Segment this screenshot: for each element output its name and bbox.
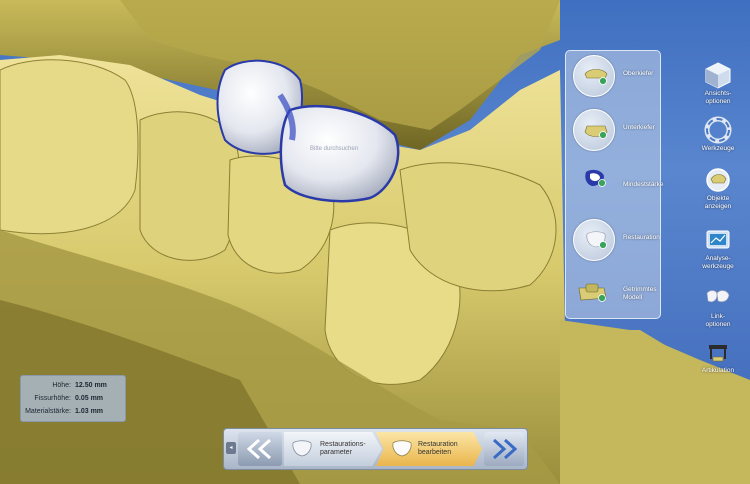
- object-label: Oberkiefer: [623, 70, 654, 77]
- measurement-row-material-thickness: Materialstärke: 1.03 mm: [21, 405, 125, 418]
- upper-jaw-icon: [584, 69, 608, 85]
- previous-step-button[interactable]: [238, 432, 282, 466]
- object-item-minimum-thickness[interactable]: Mindeststärke: [570, 166, 664, 212]
- measurement-row-height: Höhe: 12.50 mm: [21, 379, 125, 392]
- measurement-panel: Höhe: 12.50 mm Fissurhöhe: 0.05 mm Mater…: [20, 375, 126, 422]
- view-options-button[interactable]: Ansichts- optionen: [693, 60, 743, 106]
- step-label-line: parameter: [320, 449, 352, 456]
- analysis-tools-button[interactable]: Analyse- werkzeuge: [693, 225, 743, 271]
- measurement-label: Fissurhöhe:: [34, 395, 71, 402]
- object-label: Restauration: [623, 234, 660, 241]
- measurement-label: Höhe:: [52, 382, 71, 389]
- link-teeth-icon: [706, 290, 730, 303]
- analysis-icon: [706, 230, 730, 249]
- object-panel: Oberkiefer Unterkiefer Mindeststärke Res…: [565, 50, 664, 322]
- tools-ring-icon: [704, 116, 732, 144]
- object-circle: [573, 55, 615, 97]
- tools-button[interactable]: Werkzeuge: [693, 115, 743, 153]
- objects-icon: [706, 168, 730, 192]
- tool-label: Link-: [710, 313, 726, 320]
- trimmed-model-icon: [578, 283, 607, 302]
- tooth-edit-icon: [392, 440, 412, 457]
- step-label-line: Restauration: [418, 441, 458, 448]
- link-options-button[interactable]: Link- optionen: [693, 283, 743, 329]
- articulation-button[interactable]: Artikulation: [693, 337, 743, 375]
- step-label-line: bearbeiten: [418, 449, 452, 456]
- next-step-button[interactable]: [484, 432, 524, 466]
- tool-label: Objekte: [706, 195, 730, 202]
- step-restoration-parameters[interactable]: Restaurations- parameter: [284, 432, 382, 466]
- object-label-line: Modell: [623, 294, 643, 301]
- object-label: Getrimmtes Modell: [623, 286, 657, 302]
- object-item-lower-jaw[interactable]: Unterkiefer: [570, 109, 660, 155]
- measurement-value: 1.03 mm: [75, 408, 104, 415]
- articulator-icon: [709, 345, 727, 362]
- minimum-thickness-icon: [585, 169, 606, 187]
- tool-label: Ansichts-: [704, 90, 732, 97]
- object-label: Mindeststärke: [623, 181, 664, 188]
- workflow-navigation-bar: ◂ Restaurations- parameter Restauration …: [223, 428, 528, 470]
- double-chevron-right-icon: [492, 438, 518, 460]
- show-objects-button[interactable]: Objekte anzeigen: [693, 165, 743, 211]
- measurement-value: 12.50 mm: [75, 382, 107, 389]
- measurement-row-fissure-height: Fissurhöhe: 0.05 mm: [21, 392, 125, 405]
- viewport-overlay-text: Bitte durchsuchen: [310, 146, 358, 152]
- measurement-value: 0.05 mm: [75, 395, 104, 402]
- step-label: Restauration bearbeiten: [418, 441, 458, 457]
- tool-label: Werkzeuge: [701, 145, 735, 152]
- lower-jaw-icon: [584, 125, 608, 139]
- measurement-label: Materialstärke:: [25, 408, 71, 415]
- tooth-parameters-icon: [292, 440, 312, 457]
- tool-label: Artikulation: [701, 367, 735, 374]
- tool-label: optionen: [705, 321, 731, 328]
- tool-label: anzeigen: [704, 203, 732, 210]
- step-label: Restaurations- parameter: [320, 441, 366, 457]
- view-cube-icon: [705, 62, 731, 89]
- object-item-trimmed-model[interactable]: Getrimmtes Modell: [570, 276, 660, 322]
- collapse-button[interactable]: ◂: [226, 442, 236, 454]
- restoration-icon: [586, 231, 607, 249]
- tool-label: Analyse-: [705, 255, 731, 262]
- object-label: Unterkiefer: [623, 124, 655, 131]
- object-item-upper-jaw[interactable]: Oberkiefer: [570, 55, 660, 101]
- object-item-restoration[interactable]: Restauration: [570, 219, 660, 265]
- double-chevron-left-icon: [246, 438, 272, 460]
- object-circle: [573, 219, 615, 261]
- object-circle: [573, 109, 615, 151]
- step-edit-restoration[interactable]: Restauration bearbeiten: [376, 432, 482, 466]
- object-label-line: Getrimmtes: [623, 286, 657, 293]
- step-label-line: Restaurations-: [320, 441, 366, 448]
- tool-label: werkzeuge: [702, 263, 734, 270]
- tool-label: optionen: [705, 98, 731, 105]
